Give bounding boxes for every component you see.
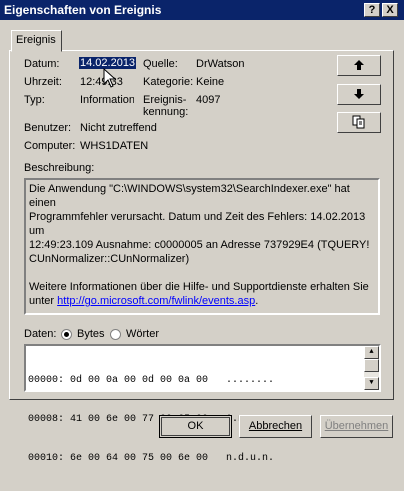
benutzer-label: Benutzer: xyxy=(24,122,72,134)
ereignis-value[interactable]: 4097 xyxy=(196,94,220,106)
copy-button[interactable] xyxy=(337,112,381,133)
tab-ereignis[interactable]: Ereignis xyxy=(11,30,62,52)
arrow-down-icon xyxy=(354,89,364,99)
description-line-3: 12:49:23.109 Ausnahme: c0000005 an Adres… xyxy=(29,239,370,251)
bytes-label: Bytes xyxy=(77,328,105,340)
kategorie-value[interactable]: Keine xyxy=(196,76,224,88)
quelle-label: Quelle: xyxy=(143,58,178,70)
hex-row: 00010: 6e 00 64 00 75 00 6e 00 n.d.u.n. xyxy=(28,453,275,464)
scroll-up-icon[interactable]: ▲ xyxy=(364,346,379,359)
data-label: Daten: xyxy=(24,328,57,340)
computer-value[interactable]: WHS1DATEN xyxy=(80,140,148,152)
apply-button[interactable]: Übernehmen xyxy=(320,415,393,438)
ereignis-label-2: kennung: xyxy=(143,106,189,118)
uhrzeit-label: Uhrzeit: xyxy=(24,76,62,88)
copy-icon xyxy=(352,115,365,129)
hex-row: 00000: 0d 00 0a 00 0d 00 0a 00 ........ xyxy=(28,375,275,386)
help-button[interactable]: ? xyxy=(364,3,380,17)
typ-label: Typ: xyxy=(24,94,45,106)
scroll-down-icon[interactable]: ▼ xyxy=(364,377,379,390)
mouse-cursor-icon xyxy=(103,68,117,88)
description-line-1: Die Anwendung "C:\WINDOWS\system32\Searc… xyxy=(29,183,350,209)
computer-label: Computer: xyxy=(24,140,76,152)
description-label: Beschreibung: xyxy=(24,162,95,174)
cancel-label: Abbrechen xyxy=(248,420,303,432)
quelle-value[interactable]: DrWatson xyxy=(196,58,245,70)
tab-ereignis-label: Ereignis xyxy=(16,34,56,46)
datum-label: Datum: xyxy=(24,58,60,70)
apply-label: Übernehmen xyxy=(324,420,389,432)
description-line-4: CUnNormalizer::CUnNormalizer) xyxy=(29,253,190,265)
description-line-2: Programmfehler verursacht. Datum und Zei… xyxy=(29,211,366,237)
words-radio[interactable] xyxy=(110,329,121,340)
ok-button[interactable]: OK xyxy=(159,415,232,438)
benutzer-value[interactable]: Nicht zutreffend xyxy=(80,122,157,134)
ereignis-label-1: Ereignis- xyxy=(143,94,187,106)
next-event-button[interactable] xyxy=(337,84,381,105)
radio-dot xyxy=(64,332,69,337)
description-line-6-suffix: . xyxy=(255,295,259,307)
description-box[interactable]: Die Anwendung "C:\WINDOWS\system32\Searc… xyxy=(24,178,380,315)
description-line-5: Weitere Informationen über die Hilfe- un… xyxy=(29,281,369,293)
typ-value[interactable]: Informatione xyxy=(80,94,134,106)
description-line-6-prefix: unter xyxy=(29,295,58,307)
kategorie-label: Kategorie: xyxy=(143,76,194,88)
previous-event-button[interactable] xyxy=(337,55,381,76)
words-label: Wörter xyxy=(126,328,159,340)
close-button[interactable]: X xyxy=(382,3,398,17)
help-link[interactable]: http://go.microsoft.com/fwlink/events.as… xyxy=(57,295,255,307)
scroll-thumb[interactable] xyxy=(364,359,379,372)
cancel-button[interactable]: Abbrechen xyxy=(239,415,312,438)
hex-scrollbar[interactable]: ▲ ▼ xyxy=(364,346,379,390)
bytes-radio[interactable] xyxy=(61,329,72,340)
arrow-up-icon xyxy=(354,60,364,70)
title-bar: Eigenschaften von Ereignis ? X xyxy=(0,0,404,20)
window-title: Eigenschaften von Ereignis xyxy=(4,3,162,17)
hex-data-box[interactable]: 00000: 0d 00 0a 00 0d 00 0a 00 ........ … xyxy=(24,344,381,464)
